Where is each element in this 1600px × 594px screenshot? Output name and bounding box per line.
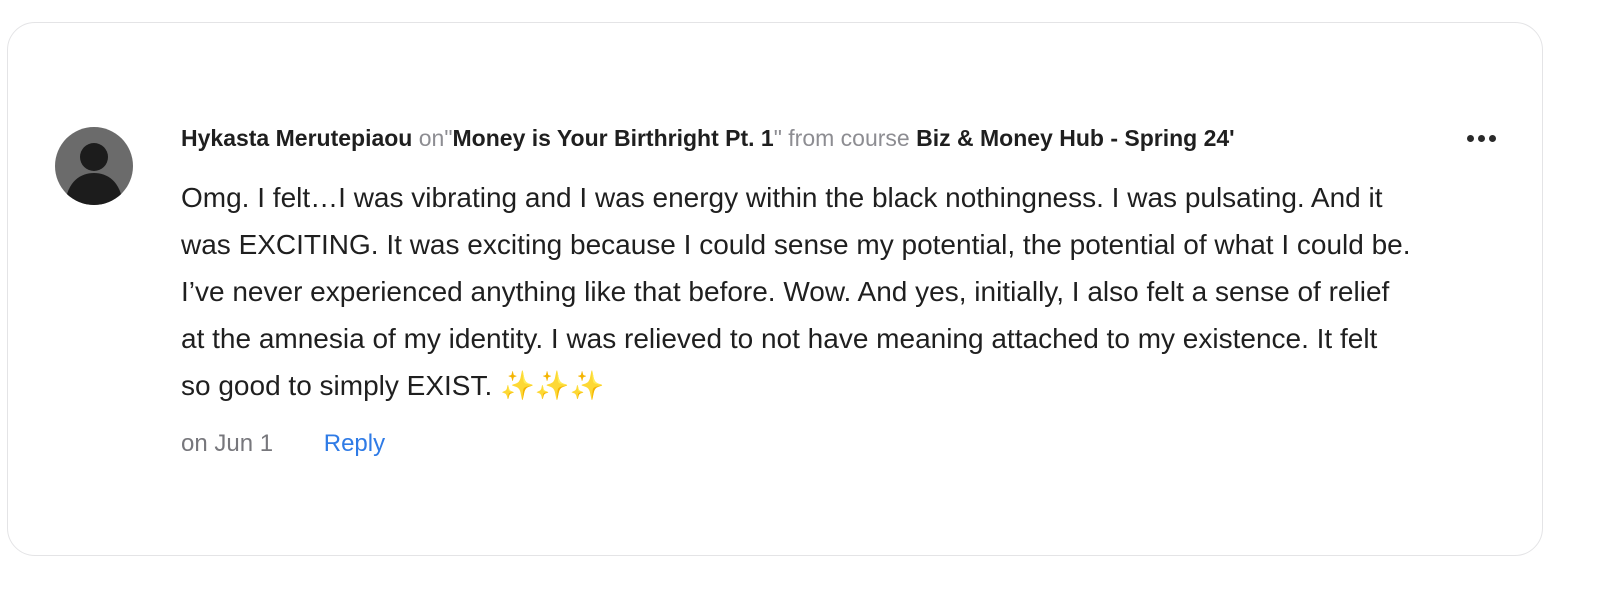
avatar[interactable]: [55, 127, 133, 205]
more-options-icon: [1466, 134, 1474, 142]
more-options-button[interactable]: [1459, 126, 1503, 150]
course-name-link[interactable]: Biz & Money Hub - Spring 24': [916, 125, 1235, 151]
from-course-label: from course: [788, 125, 910, 151]
comment-meta: on Jun 1 Reply: [181, 428, 385, 460]
quote-open: ": [444, 125, 453, 151]
more-options-icon-dot: [1488, 134, 1496, 142]
comment-header: Hykasta Merutepiaou on"Money is Your Bir…: [181, 124, 1235, 152]
quote-close: ": [773, 125, 782, 151]
on-label: on: [418, 125, 445, 151]
more-options-icon-dot: [1477, 134, 1485, 142]
author-name[interactable]: Hykasta Merutepiaou: [181, 125, 412, 151]
comment-date: on Jun 1: [181, 430, 274, 457]
comment-body: Omg. I felt…I was vibrating and I was en…: [181, 182, 1411, 401]
reply-button[interactable]: Reply: [324, 430, 385, 457]
lesson-title-link[interactable]: Money is Your Birthright Pt. 1: [453, 125, 774, 151]
user-silhouette-icon: [65, 143, 123, 205]
